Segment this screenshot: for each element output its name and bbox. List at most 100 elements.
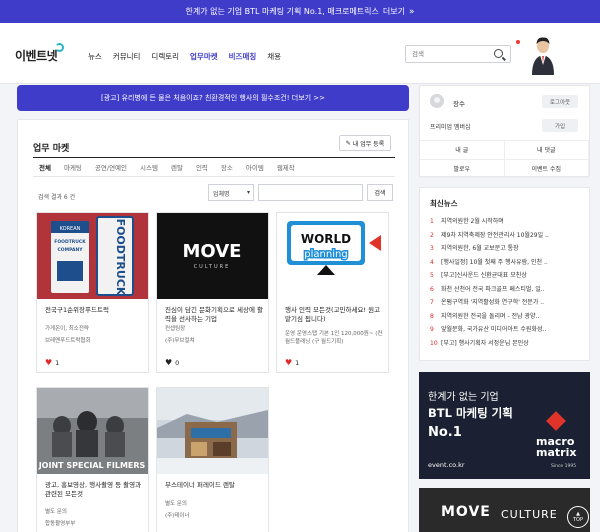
card-image-foodtruck: KOREAN FOODTRUCK COMPANY FOODTRUCK [37, 213, 148, 299]
heart-icon: ♥ [285, 358, 293, 367]
market-panel: 업무 마켓 ✎ 내 업무 등록 전체 마케팅 공연/연예인 시스템 렌탈 인력 … [17, 119, 409, 532]
card-company: 별도 문의 (주)테이너 [165, 501, 190, 519]
heart-icon: ♥ [165, 358, 173, 367]
news-list: 1 지역의원한 2월 시작하며 2 제9차 지역축제장 안전관리사 10월29일 .… [430, 215, 585, 350]
scroll-top-button[interactable]: ▲ TOP [567, 506, 589, 528]
brand-mark-icon [546, 411, 566, 431]
news-item[interactable]: 6 화천 산천어 전국 파크골프 페스티벌, 일.. [430, 283, 585, 297]
news-item[interactable]: 9 앞월문화, 국가유산 미디어아트 수원화성.. [430, 323, 585, 337]
nav-market[interactable]: 업무마켓 [190, 51, 218, 62]
svg-text:JOINT SPECIAL FILMERS: JOINT SPECIAL FILMERS [38, 461, 146, 470]
tab-rental[interactable]: 렌탈 [171, 162, 183, 172]
membership-label: 프리미엄 멤버십 [430, 124, 471, 131]
market-search-button[interactable]: 검색 [367, 184, 393, 201]
news-item[interactable]: 4 [행사일정] 10월 첫째 주 행사유람, 인천 .. [430, 256, 585, 270]
card-title: 광고, 홍보영상, 행사촬영 등 촬영과 관련된 모든것 [45, 481, 142, 498]
following-link[interactable]: 팔로우 [420, 159, 505, 178]
ad-banner[interactable]: [광고] 유리병에 든 물은 처음이죠? 친환경적인 행사의 필수조건! 더보기… [17, 85, 409, 111]
site-logo[interactable]: 이벤트넷 [15, 43, 65, 64]
card-company: 별도 문의 합동촬영부부 [45, 509, 76, 527]
side-ad-line1: 한계가 없는 기업 [428, 392, 499, 403]
card-like[interactable]: ♥ 0 [165, 358, 179, 367]
card-image-filmers: JOINT SPECIAL FILMERS [37, 388, 148, 474]
svg-text:MOVE: MOVE [183, 241, 242, 262]
profile-links: 내 글 내 댓글 팔로우 이벤트 수집 [420, 140, 589, 178]
main-nav: 뉴스 커뮤니티 디렉토리 업무마켓 비즈매칭 채용 [88, 51, 281, 62]
search-field-select[interactable]: 업체명 [208, 184, 254, 201]
nav-directory[interactable]: 디렉토리 [151, 51, 179, 62]
pencil-icon: ✎ [345, 139, 351, 147]
card-like[interactable]: ♥ 1 [45, 358, 59, 367]
svg-text:WORLD: WORLD [301, 232, 351, 246]
tab-staff[interactable]: 인력 [196, 162, 208, 172]
top-banner-link[interactable]: 더보기 [383, 6, 405, 17]
ad-banner-text: [광고] 유리병에 든 물은 처음이죠? 친환경적인 행사의 필수조건! 더보기… [100, 94, 326, 102]
double-chevron-right-icon: » [408, 6, 415, 17]
market-card[interactable]: WORLD planning 행사 인력 모든것(고민하세요! 원고 맡기심 됩… [276, 212, 389, 373]
tab-marketing[interactable]: 마케팅 [64, 162, 82, 172]
market-search-input[interactable] [258, 184, 363, 201]
news-item[interactable]: 3 지역의원한, 6월 교보문고 통장 [430, 242, 585, 256]
news-title: 최신뉴스 [430, 199, 458, 208]
market-card[interactable]: 부스테이너 퍼레이드 렌탈 별도 문의 (주)테이너 [156, 387, 269, 532]
my-comments-link[interactable]: 내 댓글 [504, 141, 589, 160]
side-ad-moveculture[interactable]: MOVE CULTURE [419, 488, 590, 532]
card-image-container [157, 388, 268, 474]
search-icon[interactable] [494, 49, 503, 58]
register-job-button[interactable]: ✎ 내 업무 등록 [339, 135, 391, 151]
card-like[interactable]: ♥ 1 [285, 358, 299, 367]
news-item[interactable]: 8 지역의원한 전국을 돌리며 - 전남 광양.. [430, 310, 585, 324]
logout-button[interactable]: 로그아웃 [542, 95, 578, 108]
news-item[interactable]: 1 지역의원한 2월 시작하며 [430, 215, 585, 229]
avatar[interactable] [430, 94, 444, 108]
market-card[interactable]: MOVE CULTURE 진심이 담긴 문화기획으로 세상에 활력을 선사하는 … [156, 212, 269, 373]
latest-news: 최신뉴스 1 지역의원한 2월 시작하며 2 제9차 지역축제장 안전관리사 10월… [419, 187, 590, 361]
nav-biz-matching[interactable]: 비즈매칭 [229, 51, 257, 62]
side-ad-line2: BTL 마케팅 기획 [428, 406, 513, 420]
nav-jobs[interactable]: 채용 [267, 51, 281, 62]
svg-text:FOODTRUCK: FOODTRUCK [114, 219, 127, 296]
nav-news[interactable]: 뉴스 [88, 51, 102, 62]
side-ad-line3: No.1 [428, 425, 462, 440]
profile-name: 장수 [453, 100, 465, 108]
market-card[interactable]: JOINT SPECIAL FILMERS 광고, 홍보영상, 행사촬영 등 촬… [36, 387, 149, 532]
top-promo-banner[interactable]: 한계가 없는 기업 BTL 마케팅 기획 No.1, 매크로메트릭스 더보기 » [0, 0, 600, 23]
logo-mark-icon [55, 43, 65, 52]
profile-card: 장수 로그아웃 프리미엄 멤버십 가입 내 글 내 댓글 팔로우 이벤트 수집 [419, 85, 590, 178]
news-item[interactable]: 5 [부고]신사운드 신환균대표 모친상 [430, 269, 585, 283]
svg-text:KOREAN: KOREAN [60, 226, 81, 232]
market-card[interactable]: KOREAN FOODTRUCK COMPANY FOODTRUCK 전국구1순… [36, 212, 149, 373]
card-title: 진심이 담긴 문화기획으로 세상에 활력을 선사하는 기업 [165, 306, 263, 323]
svg-text:FOODTRUCK: FOODTRUCK [54, 239, 86, 245]
tab-item[interactable]: 아이템 [246, 162, 264, 172]
news-item[interactable]: 2 제9차 지역축제장 안전관리사 10월29일 .. [430, 229, 585, 243]
top-banner-text: 한계가 없는 기업 BTL 마케팅 기획 No.1, 매크로메트릭스 [185, 7, 379, 16]
user-avatar[interactable] [528, 35, 558, 75]
news-item[interactable]: 7 온펌구역화 '지역활성화 연구학' 전문가 .. [430, 296, 585, 310]
tab-all[interactable]: 전체 [39, 162, 51, 172]
move-ad-brand: MOVE [441, 504, 491, 520]
svg-text:CULTURE: CULTURE [194, 264, 231, 270]
join-button[interactable]: 가입 [542, 119, 578, 132]
news-item[interactable]: 10 [부고] 행사기획자 서정운님 본인상 [430, 337, 585, 351]
card-title: 부스테이너 퍼레이드 렌탈 [165, 481, 235, 489]
event-collection-link[interactable]: 이벤트 수집 [504, 159, 589, 178]
search-input[interactable] [406, 46, 486, 62]
move-ad-word: CULTURE [501, 508, 558, 521]
tab-venue[interactable]: 장소 [221, 162, 233, 172]
card-title: 행사 인력 모든것(고민하세요! 원고 맡기심 됩니다) [285, 306, 381, 323]
side-ad-url: event.co.kr [428, 461, 465, 469]
side-ad-macromatrix[interactable]: 한계가 없는 기업 BTL 마케팅 기획 No.1 macro matrix S… [419, 372, 590, 479]
tab-web[interactable]: 웹제작 [277, 162, 295, 172]
tab-system[interactable]: 시스템 [140, 162, 158, 172]
notification-dot-icon [516, 40, 520, 44]
search-box [405, 45, 511, 63]
tab-performance[interactable]: 공연/연예인 [95, 162, 127, 172]
side-ad-brand: macro matrix [536, 435, 577, 459]
card-title: 전국구1순위장푸드트럭 [45, 306, 109, 314]
my-posts-link[interactable]: 내 글 [420, 141, 505, 160]
site-header: 이벤트넷 뉴스 커뮤니티 디렉토리 업무마켓 비즈매칭 채용 [0, 23, 600, 84]
nav-community[interactable]: 커뮤니티 [113, 51, 141, 62]
card-company: 운영 운영스탭 기본 1인 120,000원~ (컨 월드플래닝 (구 월드기획… [285, 331, 383, 345]
card-company: 가게온이, 최소전략 브레멘푸드트럭협회 [45, 326, 91, 344]
